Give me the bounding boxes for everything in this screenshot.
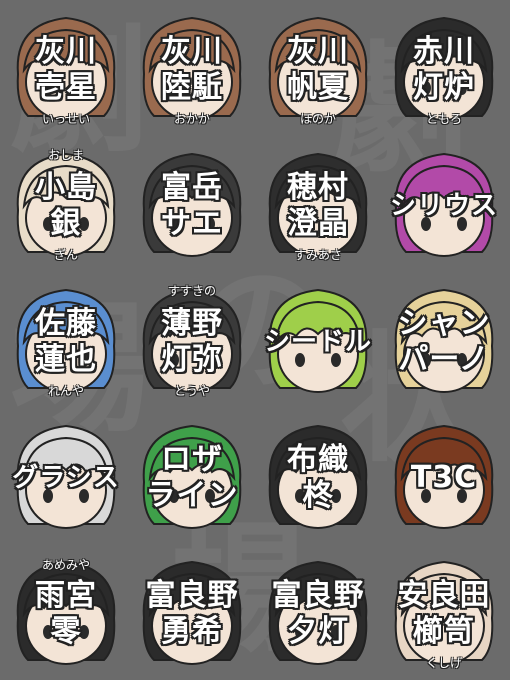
character-name: T3C bbox=[382, 460, 506, 496]
character-name: 富良野 勇希 bbox=[130, 578, 254, 650]
character-name-line: 壱星 bbox=[35, 70, 97, 105]
character-name-line: 勇希 bbox=[161, 614, 223, 649]
character-name-line: パーノ bbox=[398, 342, 490, 377]
character-name-line: 零 bbox=[50, 614, 82, 649]
character-name-line: 帆夏 bbox=[287, 70, 349, 105]
character-card: シリウス bbox=[382, 140, 506, 272]
character-card: 安良田 櫛笥 くしげ bbox=[382, 548, 506, 680]
character-name-line: 澄晶 bbox=[287, 206, 349, 241]
character-name: ロザ ライン bbox=[130, 442, 254, 514]
character-name-line: 雨宮 bbox=[35, 578, 97, 613]
character-name: 灰川 陸駈 bbox=[130, 34, 254, 106]
character-name-line: 灯弥 bbox=[161, 342, 223, 377]
character-name: 赤川 灯炉 bbox=[382, 34, 506, 106]
character-name: シードル bbox=[250, 326, 386, 358]
character-name-line: 穂村 bbox=[287, 170, 349, 205]
character-card: 小島銀おしま ぎん bbox=[4, 140, 128, 272]
character-name-line: 柊 bbox=[302, 478, 334, 513]
character-card: 富岳 サエ bbox=[130, 140, 254, 272]
character-name: 小島銀 bbox=[4, 170, 128, 242]
character-name-line: 佐藤 bbox=[35, 306, 97, 341]
character-name-line: 銀 bbox=[50, 206, 82, 241]
character-name-line: 薄野 bbox=[161, 306, 223, 341]
character-card: グラシス bbox=[4, 412, 128, 544]
character-name: 安良田 櫛笥 bbox=[382, 578, 506, 650]
character-name-line: シードル bbox=[263, 327, 372, 357]
character-name-line: 灰川 bbox=[161, 34, 223, 69]
character-ruby: れんや bbox=[47, 384, 84, 398]
character-name-line: T3C bbox=[410, 460, 478, 495]
character-ruby: ともろ bbox=[425, 112, 462, 126]
character-name-line: シャン bbox=[397, 306, 491, 341]
character-card: ロザ ライン bbox=[130, 412, 254, 544]
character-name-line: 安良田 bbox=[397, 578, 491, 613]
character-card: シャン パーノ bbox=[382, 276, 506, 408]
character-name: 灰川 帆夏 bbox=[256, 34, 380, 106]
character-name: 富岳 サエ bbox=[130, 170, 254, 242]
character-ruby: おかか bbox=[173, 112, 210, 126]
character-card: 富良野 夕灯 bbox=[256, 548, 380, 680]
character-ruby: すみあさ bbox=[293, 248, 342, 262]
character-name-line: ライン bbox=[145, 478, 239, 513]
character-name-line: 富良野 bbox=[145, 578, 239, 613]
character-card: 布織柊 bbox=[256, 412, 380, 544]
character-name-line: 富良野 bbox=[271, 578, 365, 613]
character-name: 雨宮零 bbox=[4, 578, 128, 650]
character-name-line: 小島 bbox=[35, 170, 97, 205]
character-name: グラシス bbox=[0, 462, 134, 494]
character-ruby: いっせい bbox=[41, 112, 90, 126]
character-sheet: 劇 劇 場 の 状 場 灰川壱星いっせい灰川陸駈おかか灰川帆夏ほのか赤川灯炉とも… bbox=[0, 0, 510, 680]
character-name-line: 陸駈 bbox=[161, 70, 223, 105]
character-card: 灰川 壱星 いっせい bbox=[4, 4, 128, 136]
character-name-line: 櫛笥 bbox=[413, 614, 475, 649]
character-name: 灰川 壱星 bbox=[4, 34, 128, 106]
character-name-line: シリウス bbox=[389, 191, 498, 221]
character-name: 布織柊 bbox=[256, 442, 380, 514]
character-ruby: おしま bbox=[47, 148, 84, 162]
character-card: 穂村 澄晶 すみあさ bbox=[256, 140, 380, 272]
character-name: 佐藤 蓮也 bbox=[4, 306, 128, 378]
character-name-line: 灰川 bbox=[35, 34, 97, 69]
character-card: 灰川 陸駈 おかか bbox=[130, 4, 254, 136]
character-card: 雨宮零あめみや bbox=[4, 548, 128, 680]
character-ruby: あめみや bbox=[41, 558, 90, 572]
character-ruby: すすきの bbox=[167, 284, 216, 298]
character-name: 穂村 澄晶 bbox=[256, 170, 380, 242]
character-name-line: 蓮也 bbox=[35, 342, 97, 377]
character-name-line: 灰川 bbox=[287, 34, 349, 69]
character-card: T3C bbox=[382, 412, 506, 544]
character-card: シードル bbox=[256, 276, 380, 408]
character-name-line: 布織 bbox=[287, 442, 349, 477]
character-name-line: 灯炉 bbox=[413, 70, 475, 105]
character-ruby: ぎん bbox=[53, 248, 78, 262]
character-name-line: サエ bbox=[161, 206, 223, 241]
character-card: 赤川 灯炉 ともろ bbox=[382, 4, 506, 136]
character-ruby: ほのか bbox=[299, 112, 336, 126]
character-ruby: とうや bbox=[173, 384, 210, 398]
character-card: 薄野 灯弥 すすきのとうや bbox=[130, 276, 254, 408]
character-name-line: グラシス bbox=[12, 463, 120, 493]
character-card: 富良野 勇希 bbox=[130, 548, 254, 680]
character-name: シリウス bbox=[376, 190, 510, 222]
character-name-line: 夕灯 bbox=[287, 614, 349, 649]
character-name-line: ロザ bbox=[161, 442, 223, 477]
character-name-line: 赤川 bbox=[413, 34, 475, 69]
character-name: 富良野 夕灯 bbox=[256, 578, 380, 650]
character-ruby: くしげ bbox=[425, 656, 462, 670]
character-card: 灰川 帆夏 ほのか bbox=[256, 4, 380, 136]
character-name: 薄野 灯弥 bbox=[130, 306, 254, 378]
character-name-line: 富岳 bbox=[161, 170, 223, 205]
character-card: 佐藤 蓮也 れんや bbox=[4, 276, 128, 408]
character-name: シャン パーノ bbox=[382, 306, 506, 378]
